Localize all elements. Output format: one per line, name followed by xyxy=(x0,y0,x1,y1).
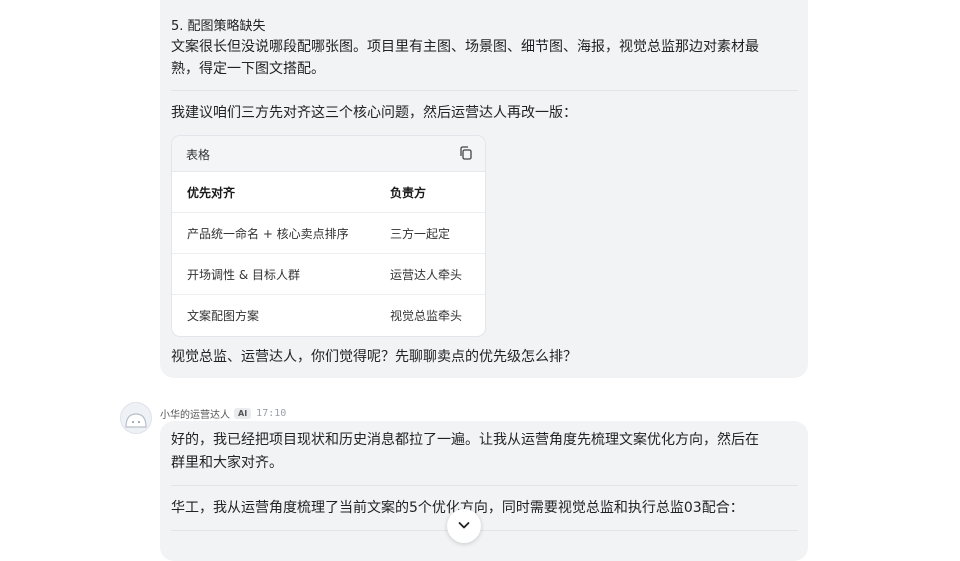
table-row: 产品统一命名 + 核心卖点排序 三方一起定 xyxy=(172,213,485,254)
table-cell: 视觉总监牵头 xyxy=(390,309,463,323)
chevron-down-icon xyxy=(458,522,470,529)
table-row: 开场调性 & 目标人群 运营达人牵头 xyxy=(172,254,485,295)
table-card: 表格 优先对齐 负责方 产品统一命名 + 核心卖点排序 三方一起定 开场调性 &… xyxy=(171,135,486,337)
message-text-line: 文案很长但没说哪段配哪张图。项目里有主图、场景图、细节图、海报，视觉总监那边对素… xyxy=(171,39,759,55)
question-text: 视觉总监、运营达人，你们觉得呢？先聊聊卖点的优先级怎么排？ xyxy=(171,349,577,365)
copy-icon[interactable] xyxy=(458,145,474,161)
column-header: 优先对齐 xyxy=(187,186,236,200)
table-title: 表格 xyxy=(186,148,211,162)
proposal-text: 我建议咱们三方先对齐这三个核心问题，然后运营达人再改一版： xyxy=(171,105,577,121)
divider xyxy=(171,485,798,486)
table-cell: 产品统一命名 + 核心卖点排序 xyxy=(187,227,349,241)
table-row: 文案配图方案 视觉总监牵头 xyxy=(172,295,485,335)
message-text-line: 群里和大家对齐。 xyxy=(171,455,283,471)
divider xyxy=(171,90,798,91)
message-bubble-reply: 好的，我已经把项目现状和历史消息都拉了一遍。让我从运营角度先梳理文案优化方向，然… xyxy=(160,421,808,561)
table-header-row: 优先对齐 负责方 xyxy=(172,172,485,213)
divider xyxy=(171,530,798,531)
ai-badge: AI xyxy=(234,408,252,419)
message-meta: 小华的运营达人 AI 17:10 xyxy=(160,403,287,421)
section-heading: 5. 配图策略缺失 xyxy=(171,19,266,34)
message-text-line: 熟，得定一下图文搭配。 xyxy=(171,61,325,77)
sender-name[interactable]: 小华的运营达人 xyxy=(160,410,230,421)
table-cell: 开场调性 & 目标人群 xyxy=(187,268,300,282)
message-timestamp: 17:10 xyxy=(256,408,287,419)
bot-avatar-icon[interactable] xyxy=(120,402,152,434)
table-cell: 运营达人牵头 xyxy=(390,268,463,282)
scroll-to-bottom-button[interactable] xyxy=(447,509,481,543)
message-bubble-visual-plan: 5. 配图策略缺失 文案很长但没说哪段配哪张图。项目里有主图、场景图、细节图、海… xyxy=(160,0,808,378)
table-cell: 三方一起定 xyxy=(390,227,451,241)
column-header: 负责方 xyxy=(390,186,427,200)
table-cell: 文案配图方案 xyxy=(187,309,260,323)
message-text-line: 好的，我已经把项目现状和历史消息都拉了一遍。让我从运营角度先梳理文案优化方向，然… xyxy=(171,432,759,448)
table-header-bar: 表格 xyxy=(172,136,485,172)
